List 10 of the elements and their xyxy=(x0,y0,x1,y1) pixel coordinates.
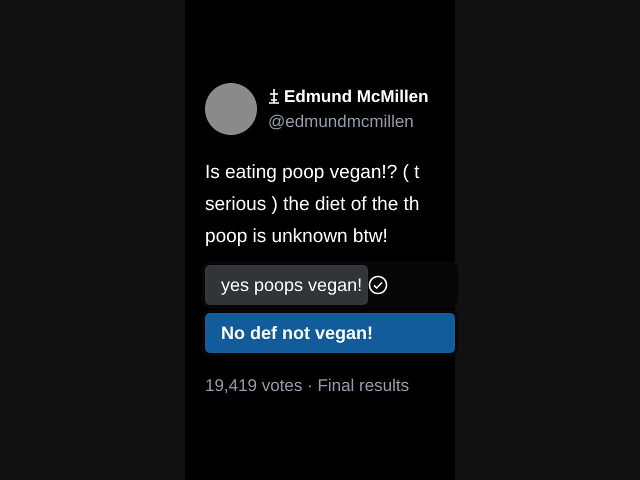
tweet-text: poop is unknown btw! xyxy=(205,225,389,249)
cross-icon xyxy=(268,88,280,104)
avatar xyxy=(205,83,257,135)
poll-option: yes poops vegan! xyxy=(221,272,362,298)
author-name: Edmund McMillen xyxy=(284,86,428,108)
tweet-text: Is eating poop vegan!? ( t xyxy=(205,161,420,185)
poll-option: No def not vegan! xyxy=(221,320,373,346)
tweet-text: serious ) the diet of the th xyxy=(205,193,420,217)
poll-footer: 19,419 votes · Final results xyxy=(205,373,455,398)
author-handle: @edmundmcmillen xyxy=(268,111,415,133)
